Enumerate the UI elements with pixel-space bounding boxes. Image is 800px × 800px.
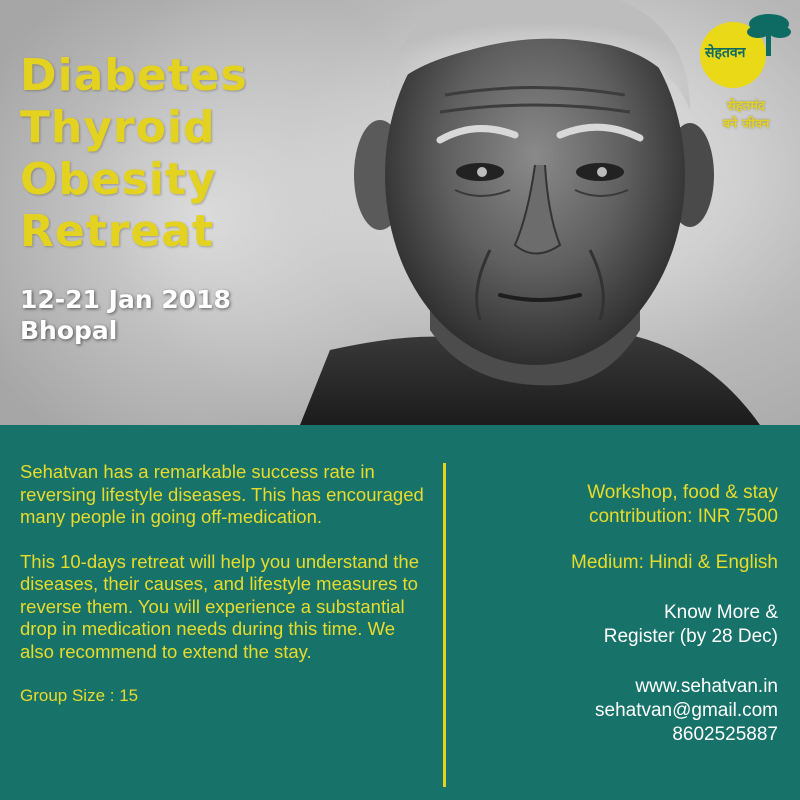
logo-tagline: सेहतमंद बने जीवन: [700, 98, 792, 134]
contribution-line-1: Workshop, food & stay: [587, 482, 778, 503]
medium-text: Medium: Hindi & English: [571, 552, 778, 573]
description-paragraph-1: Sehatvan has a remarkable success rate i…: [20, 461, 424, 527]
date-location: 12-21 Jan 2018 Bhopal: [20, 284, 231, 346]
contribution-line-2: contribution: INR 7500: [588, 506, 778, 527]
title-line-thyroid: Thyroid: [20, 102, 216, 153]
retreat-title: Diabetes Thyroid Obesity Retreat: [20, 50, 248, 258]
retreat-location: Bhopal: [20, 316, 118, 345]
register-line-1: Know More &: [663, 602, 778, 623]
logo-name: सेहतवन: [705, 45, 746, 61]
retreat-dates: 12-21 Jan 2018: [20, 285, 231, 314]
description-column: Sehatvan has a remarkable success rate i…: [20, 461, 430, 708]
info-panel: Sehatvan has a remarkable success rate i…: [0, 425, 800, 800]
tree-icon: [747, 14, 791, 56]
register-line-2: Register (by 28 Dec): [603, 626, 778, 647]
title-line-retreat: Retreat: [20, 206, 215, 257]
column-divider: [443, 463, 446, 787]
phone-number[interactable]: 8602525887: [470, 723, 778, 747]
description-paragraph-2: This 10-days retreat will help you under…: [20, 550, 419, 662]
title-line-obesity: Obesity: [20, 154, 217, 205]
details-column: Workshop, food & stay contribution: INR …: [470, 481, 778, 747]
title-line-diabetes: Diabetes: [20, 50, 248, 101]
tagline-line-2: बने जीवन: [722, 117, 770, 132]
tagline-line-1: सेहतमंद: [727, 99, 765, 114]
portrait-photo: Diabetes Thyroid Obesity Retreat 12-21 J…: [0, 0, 800, 425]
email-link[interactable]: sehatvan@gmail.com: [470, 699, 778, 723]
retreat-poster: Diabetes Thyroid Obesity Retreat 12-21 J…: [0, 0, 800, 800]
website-link[interactable]: www.sehatvan.in: [470, 675, 778, 699]
group-size: Group Size : 15: [20, 686, 139, 705]
